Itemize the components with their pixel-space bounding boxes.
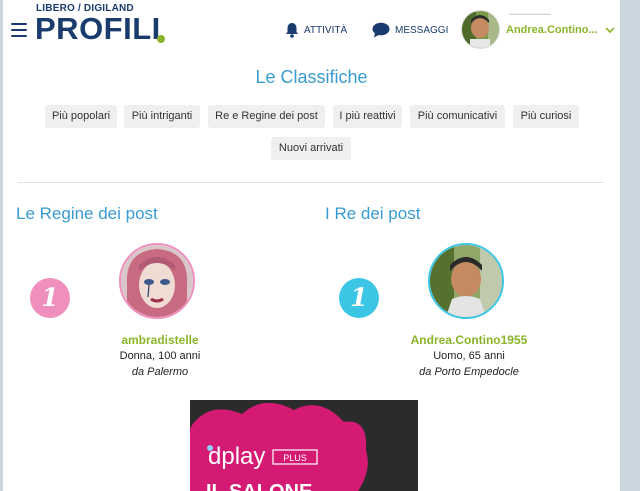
user-menu[interactable]: Andrea.Contino...	[461, 10, 615, 49]
hamburger-menu-icon[interactable]	[11, 23, 27, 37]
logo-dot-icon	[157, 35, 165, 43]
nav-activity-label: ATTIVITÀ	[304, 24, 348, 36]
ad-badge: PLUS	[283, 453, 307, 463]
kings-title: I Re dei post	[325, 204, 421, 223]
queen-name[interactable]: ambradistelle	[60, 333, 260, 347]
nav-messages-label: MESSAGGI	[395, 24, 449, 36]
king-name[interactable]: Andrea.Contino1955	[369, 333, 569, 347]
tab-re-e-regine[interactable]: Re e Regine dei post	[208, 105, 325, 128]
ad-artwork: dplay PLUS IL SALONE	[190, 400, 418, 491]
page-title: Le Classifiche	[255, 67, 368, 87]
rank-badge-king: 1	[339, 278, 379, 318]
chat-bubble-icon	[372, 22, 390, 38]
ad-headline: IL SALONE	[206, 481, 312, 491]
queen-info: Donna, 100 anni	[119, 350, 201, 362]
page: LIBERO / DIGILAND PROFILI ATTIVITÀ MESSA…	[3, 0, 620, 491]
logo-profili[interactable]: PROFILI	[35, 12, 161, 46]
queens-title: Le Regine dei post	[16, 204, 158, 223]
nav-activity[interactable]: ATTIVITÀ	[285, 22, 347, 38]
tab-piu-curiosi[interactable]: Più curiosi	[513, 105, 579, 128]
nav-messages[interactable]: MESSAGGI	[372, 22, 448, 38]
tab-piu-intriganti[interactable]: Più intriganti	[124, 105, 200, 128]
scrollbar[interactable]	[620, 0, 640, 491]
tab-nuovi-arrivati[interactable]: Nuovi arrivati	[271, 137, 351, 160]
ad-banner[interactable]: dplay PLUS IL SALONE	[190, 400, 418, 491]
tab-piu-popolari[interactable]: Più popolari	[45, 105, 117, 128]
tab-piu-reattivi[interactable]: I più reattivi	[333, 105, 402, 128]
king-info: Uomo, 65 anni	[433, 350, 505, 362]
chevron-down-icon[interactable]	[605, 23, 615, 37]
king-avatar[interactable]	[428, 243, 504, 319]
bell-icon	[286, 23, 298, 38]
user-name: Andrea.Contino...	[506, 23, 598, 36]
rank-badge-queen: 1	[30, 278, 70, 318]
queen-city: da Palermo	[131, 366, 189, 378]
ad-brand: dplay	[208, 443, 265, 470]
king-city: da Porto Empedocle	[419, 366, 519, 378]
tab-piu-comunicativi[interactable]: Più comunicativi	[410, 105, 505, 128]
avatar	[461, 10, 500, 49]
divider	[18, 182, 604, 183]
queen-avatar[interactable]	[119, 243, 195, 319]
